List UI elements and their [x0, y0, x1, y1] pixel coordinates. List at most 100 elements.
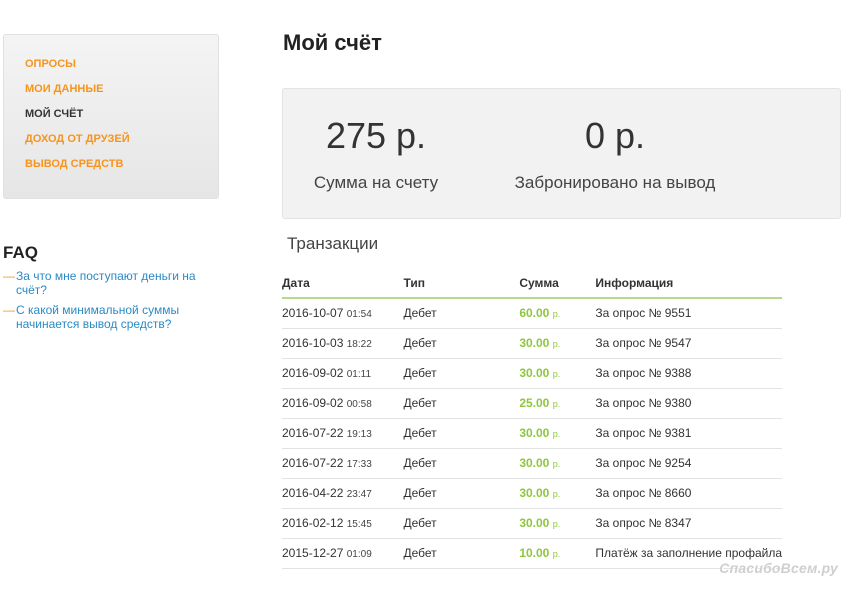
row-info: За опрос № 9254	[595, 448, 782, 479]
row-date-time: 17:33	[346, 459, 372, 470]
table-row: 2016-09-02 01:11 Дебет 30.00 р. За опрос № …	[282, 358, 782, 389]
nav-item-my-data[interactable]: МОИ ДАННЫЕ	[25, 82, 218, 107]
row-type: Дебет	[403, 478, 520, 509]
row-date: 2016-07-22 19:13	[282, 418, 404, 449]
table-row: 2016-09-02 00:58 Дебет 25.00 р. За опрос № …	[282, 388, 782, 419]
row-info: За опрос № 9381	[595, 418, 782, 449]
table-row: 2016-04-22 23:47 Дебет 30.00 р. За опрос № …	[282, 478, 782, 509]
row-date: 2016-09-02 01:11	[282, 358, 404, 389]
header-type: Тип	[403, 268, 520, 299]
row-date-time: 00:58	[346, 399, 372, 410]
row-date: 2016-04-22 23:47	[282, 478, 404, 509]
row-type: Дебет	[403, 448, 520, 479]
row-currency: р.	[552, 339, 561, 349]
row-date: 2016-10-07 01:54	[282, 298, 404, 329]
faq-item: — С какой минимальной суммы начинается в…	[3, 303, 213, 331]
row-type: Дебет	[403, 328, 520, 359]
row-date: 2016-09-02 00:58	[282, 388, 404, 419]
row-info: За опрос № 9388	[595, 358, 782, 389]
row-info: За опрос № 8347	[595, 508, 782, 539]
row-sum: 30.00 р.	[519, 418, 596, 449]
row-date-day: 2016-10-07	[282, 306, 344, 321]
row-date-day: 2016-09-02	[282, 366, 344, 380]
row-info: За опрос № 9547	[595, 328, 782, 359]
row-info: За опрос № 8660	[595, 478, 782, 509]
row-info: За опрос № 9380	[595, 388, 782, 419]
row-date-day: 2016-07-22	[282, 456, 344, 470]
page-title: Мой счёт	[283, 30, 382, 55]
faq-link-why-money[interactable]: За что мне поступают деньги на счёт?	[16, 269, 213, 297]
header-info: Информация	[595, 268, 782, 299]
table-row: 2015-12-27 01:09 Дебет 10.00 р. Платёж за з…	[282, 538, 782, 569]
row-amount: 30.00	[519, 366, 550, 380]
nav-item-my-account: МОЙ СЧЁТ	[25, 108, 84, 120]
row-type: Дебет	[403, 358, 520, 389]
row-date-time: 23:47	[346, 489, 372, 500]
row-currency: р.	[552, 489, 561, 499]
account-balance: 275 р. Сумма на счету	[301, 89, 451, 193]
row-currency: р.	[552, 459, 561, 469]
row-currency: р.	[552, 429, 561, 439]
transactions-table: Дата Тип Сумма Информация 2016-10-07 01:…	[282, 268, 782, 569]
row-sum: 25.00 р.	[519, 388, 596, 419]
row-amount: 30.00	[519, 516, 550, 530]
row-sum: 60.00 р.	[519, 298, 596, 329]
row-info: За опрос № 9551	[595, 298, 782, 329]
reserved-balance-label: Забронировано на вывод	[514, 173, 716, 192]
reserved-balance: 0 р. Забронировано на вывод	[505, 89, 725, 193]
row-date-day: 2016-04-22	[282, 486, 344, 500]
faq-dash: —	[3, 269, 15, 283]
row-date-time: 01:54	[346, 309, 372, 321]
nav-item-referral-income[interactable]: ДОХОД ОТ ДРУЗЕЙ	[25, 132, 218, 157]
row-date-time: 01:09	[346, 549, 372, 560]
table-row: 2016-02-12 15:45 Дебет 30.00 р. За опрос № …	[282, 508, 782, 539]
row-date: 2016-02-12 15:45	[282, 508, 404, 539]
row-date-day: 2016-09-02	[282, 396, 344, 410]
row-type: Дебет	[403, 388, 520, 419]
row-type: Дебет	[403, 538, 520, 569]
faq-link-min-withdraw[interactable]: С какой минимальной суммы начинается выв…	[16, 303, 213, 331]
row-amount: 30.00	[519, 336, 550, 350]
row-amount: 30.00	[519, 456, 550, 470]
row-type: Дебет	[403, 508, 520, 539]
row-sum: 10.00 р.	[519, 538, 596, 569]
row-date-time: 01:11	[346, 369, 372, 380]
row-amount: 10.00	[519, 546, 550, 560]
row-currency: р.	[552, 309, 561, 320]
row-sum: 30.00 р.	[519, 328, 596, 359]
row-date: 2016-07-22 17:33	[282, 448, 404, 479]
row-type: Дебет	[403, 418, 520, 449]
row-date-time: 19:13	[346, 429, 372, 440]
row-amount: 30.00	[519, 426, 550, 440]
row-amount: 30.00	[519, 486, 550, 500]
row-currency: р.	[552, 399, 561, 409]
faq-dash: —	[3, 303, 15, 317]
sidebar-nav: ОПРОСЫ МОИ ДАННЫЕ МОЙ СЧЁТ ДОХОД ОТ ДРУЗ…	[3, 34, 219, 199]
header-sum: Сумма	[519, 268, 596, 299]
row-currency: р.	[552, 369, 561, 379]
nav-item-surveys[interactable]: ОПРОСЫ	[25, 57, 218, 82]
row-amount: 25.00	[519, 396, 550, 410]
row-date: 2015-12-27 01:09	[282, 538, 404, 569]
row-date: 2016-10-03 18:22	[282, 328, 404, 359]
transactions-title: Транзакции	[287, 234, 379, 253]
faq-section: FAQ — За что мне поступают деньги на счё…	[3, 243, 213, 337]
nav-item-withdraw[interactable]: ВЫВОД СРЕДСТВ	[25, 157, 218, 182]
row-sum: 30.00 р.	[519, 508, 596, 539]
header-date: Дата	[282, 268, 404, 299]
row-date-time: 18:22	[346, 339, 372, 350]
table-row: 2016-07-22 17:33 Дебет 30.00 р. За опрос № …	[282, 448, 782, 479]
faq-item: — За что мне поступают деньги на счёт?	[3, 269, 213, 297]
row-sum: 30.00 р.	[519, 478, 596, 509]
watermark-logo: СпасибоВсем.ру	[719, 560, 838, 576]
table-row: 2016-07-22 19:13 Дебет 30.00 р. За опрос № …	[282, 418, 782, 449]
table-header-row: Дата Тип Сумма Информация	[282, 268, 782, 299]
row-currency: р.	[552, 549, 561, 559]
row-date-day: 2015-12-27	[282, 546, 344, 560]
row-amount: 60.00	[519, 306, 550, 321]
account-balance-label: Сумма на счету	[313, 173, 439, 192]
table-row: 2016-10-07 01:54 Дебет 60.00 р. За опрос № …	[282, 298, 782, 329]
row-date-day: 2016-02-12	[282, 516, 344, 530]
faq-title: FAQ	[3, 243, 38, 262]
row-sum: 30.00 р.	[519, 448, 596, 479]
